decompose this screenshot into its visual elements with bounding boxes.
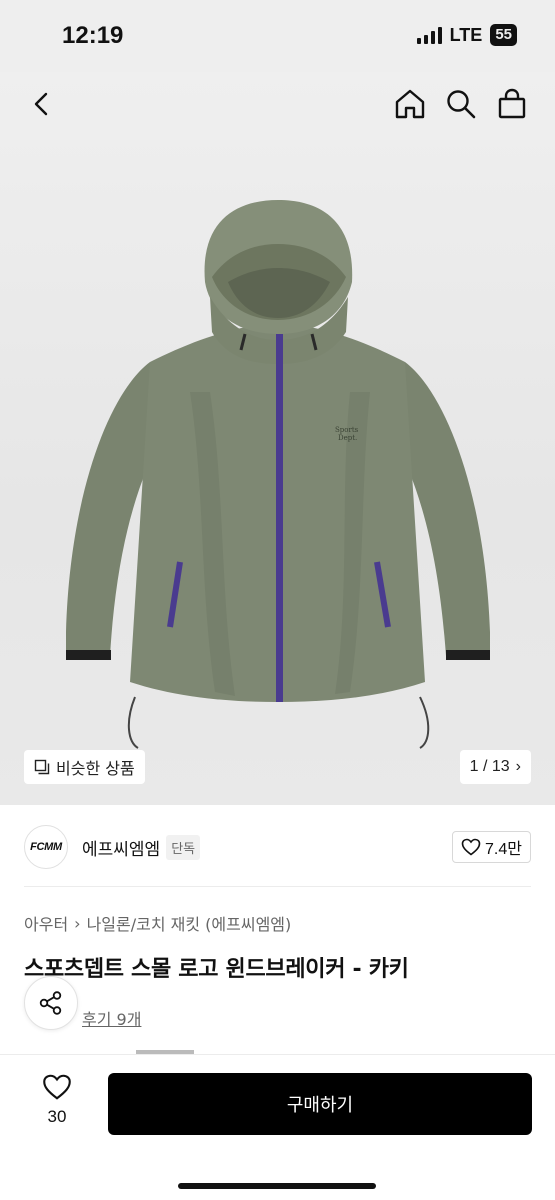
- similar-products-button[interactable]: 비슷한 상품: [24, 750, 145, 784]
- brand-like-count: 7.4만: [485, 841, 522, 858]
- network-label: LTE: [449, 24, 483, 45]
- chevron-right-icon: ›: [515, 758, 521, 775]
- breadcrumb-subcategory[interactable]: 나일론/코치 재킷 (에프씨엠엠): [87, 911, 292, 935]
- home-icon[interactable]: [392, 86, 428, 122]
- exclusive-badge: 단독: [166, 834, 201, 860]
- status-time: 12:19: [62, 22, 124, 49]
- shopping-bag-icon[interactable]: [494, 86, 530, 122]
- heart-icon: [461, 838, 481, 856]
- similar-products-icon: [34, 759, 50, 775]
- brand-row: FCMM 에프씨엠엠 단독 7.4만: [24, 824, 531, 870]
- battery-icon: 55: [490, 24, 517, 46]
- svg-text:Dept.: Dept.: [338, 434, 357, 442]
- share-icon: [39, 991, 62, 1015]
- image-page-counter[interactable]: 1 / 13 ›: [459, 750, 531, 784]
- brand-like-button[interactable]: 7.4만: [452, 831, 531, 863]
- breadcrumb-category[interactable]: 아우터: [24, 911, 68, 935]
- reviews-link[interactable]: 후기 9개: [82, 1006, 141, 1030]
- bottom-purchase-bar: 30 구매하기: [0, 1054, 555, 1200]
- wishlist-button[interactable]: 30: [34, 1073, 80, 1127]
- svg-text:Sports: Sports: [335, 426, 359, 434]
- status-indicators: LTE 55: [416, 24, 517, 46]
- search-icon[interactable]: [443, 86, 479, 122]
- breadcrumb: 아우터 › 나일론/코치 재킷 (에프씨엠엠): [24, 911, 291, 935]
- signal-icon: [416, 26, 442, 44]
- home-indicator: [178, 1183, 376, 1189]
- divider: [24, 886, 531, 887]
- heart-icon: [43, 1074, 71, 1100]
- brand-logo[interactable]: FCMM: [24, 825, 68, 869]
- brand-name[interactable]: 에프씨엠엠: [82, 835, 160, 860]
- buy-button[interactable]: 구매하기: [108, 1073, 532, 1135]
- product-image-carousel[interactable]: Sports Dept. 비슷한 상품 1 / 13 ›: [0, 72, 555, 805]
- back-button[interactable]: [24, 86, 60, 122]
- status-bar: 12:19 LTE 55: [0, 0, 555, 72]
- similar-products-label: 비슷한 상품: [56, 759, 135, 778]
- product-image: Sports Dept.: [66, 200, 490, 749]
- chevron-right-icon: ›: [74, 913, 81, 933]
- product-title: 스포츠뎁트 스몰 로고 윈드브레이커 - 카키: [24, 957, 409, 982]
- share-button[interactable]: [24, 976, 78, 1030]
- page-counter-label: 1 / 13: [469, 758, 510, 775]
- wishlist-count: 30: [47, 1107, 67, 1126]
